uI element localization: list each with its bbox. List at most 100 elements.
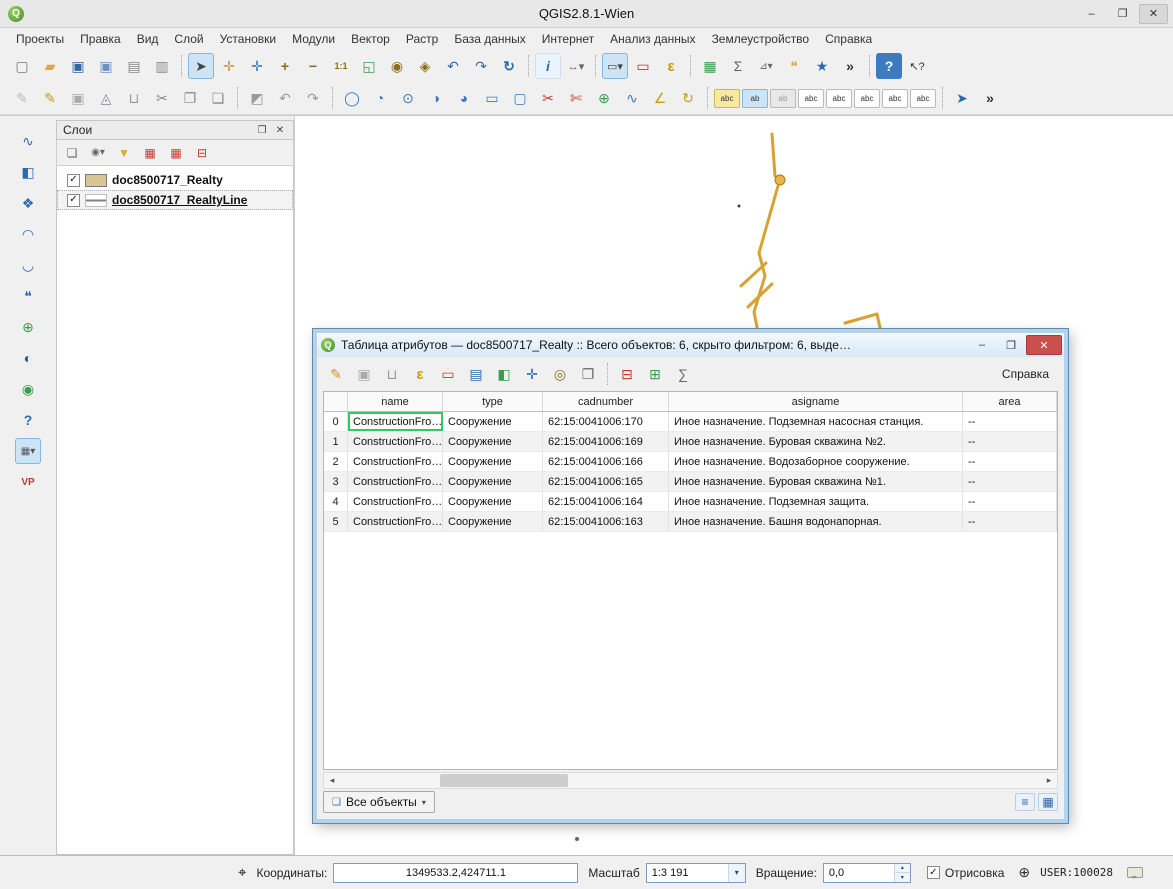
whats-this-icon[interactable]: ↖? [904,53,930,79]
rectangle-icon[interactable]: ▭ [479,85,505,111]
cell-area[interactable]: -- [963,472,1057,491]
layer-item-realty[interactable]: ✓ doc8500717_Realty [57,170,293,190]
remove-layer-icon[interactable]: ⊟ [191,142,213,164]
rotate-feature-icon[interactable]: ↻ [675,85,701,111]
horizontal-scrollbar[interactable]: ◂ ▸ [323,772,1058,789]
table-view-icon[interactable]: ▦ [1038,793,1058,811]
layer-checkbox[interactable]: ✓ [67,194,80,207]
add-curve-icon[interactable]: ◠ [15,221,41,247]
cell-asigname[interactable]: Иное назначение. Подземная насосная стан… [669,412,963,431]
table-row[interactable]: 4 ConstructionFro… Сооружение 62:15:0041… [324,492,1057,512]
statistics-icon[interactable]: Σ [725,53,751,79]
new-composer-icon[interactable]: ▤ [121,53,147,79]
menu-item[interactable]: Анализ данных [602,29,703,49]
label-move-icon[interactable]: abc [854,89,880,108]
row-number[interactable]: 5 [324,512,348,531]
paste-features-icon[interactable]: ❏ [205,85,231,111]
filter-legend-icon[interactable]: ▼ [113,142,135,164]
select-features-icon[interactable]: ▭▾ [602,53,628,79]
label-icon[interactable]: abc [714,89,740,108]
delete-features-icon[interactable]: ⊔ [379,361,405,387]
form-view-icon[interactable]: ≡ [1015,793,1035,811]
globe-check-icon[interactable]: ◉ [15,376,41,402]
menu-item[interactable]: Растр [398,29,446,49]
spin-down-icon[interactable]: ▾ [895,873,910,882]
panel-close-icon[interactable]: ✕ [271,122,289,138]
column-header[interactable]: type [443,392,543,411]
feature-filter-button[interactable]: ❏ Все объекты ▾ [323,791,435,813]
menu-item[interactable]: База данных [446,29,533,49]
cell-name[interactable]: ConstructionFro… [348,432,443,451]
touch-zoom-icon[interactable]: ➤ [188,53,214,79]
move-feature-icon[interactable]: ◧ [15,159,41,185]
globe-layer-icon[interactable]: ◐ [15,345,41,371]
zoom-next-icon[interactable]: ↷ [468,53,494,79]
plugin-tool-icon[interactable]: ➤ [949,85,975,111]
help-icon[interactable]: ? [876,53,902,79]
cell-cadnumber[interactable]: 62:15:0041006:165 [543,472,669,491]
column-header[interactable]: name [348,392,443,411]
zoom-to-selection-icon[interactable]: ◎ [547,361,573,387]
cell-area[interactable]: -- [963,412,1057,431]
add-annotation-icon[interactable]: ❝ [15,283,41,309]
pan-to-selection-icon[interactable]: ✛ [519,361,545,387]
attribute-table-icon[interactable]: ▦ [697,53,723,79]
dialog-minimize-button[interactable]: – [968,335,996,355]
globe-help-icon[interactable]: ? [15,407,41,433]
copy-features-icon[interactable]: ❐ [177,85,203,111]
close-button[interactable]: ✕ [1139,4,1168,24]
render-checkbox[interactable]: ✓ Отрисовка [927,866,1005,880]
new-column-icon[interactable]: ⊞ [642,361,668,387]
column-header[interactable]: area [963,392,1057,411]
cell-type[interactable]: Сооружение [443,452,543,471]
cell-cadnumber[interactable]: 62:15:0041006:164 [543,492,669,511]
label-hide-icon[interactable]: ab [770,89,796,108]
composer-manager-icon[interactable]: ▥ [149,53,175,79]
row-number[interactable]: 0 [324,412,348,431]
menu-item[interactable]: Вектор [343,29,398,49]
pan-map-icon[interactable]: ✛ [216,53,242,79]
layer-label[interactable]: doc8500717_RealtyLine [112,193,247,207]
menu-item[interactable]: Модули [284,29,343,49]
row-number[interactable]: 1 [324,432,348,451]
scale-combobox[interactable]: 1:3 191 ▾ [646,863,746,883]
ellipse-icon[interactable]: ◑ [423,85,449,111]
cell-cadnumber[interactable]: 62:15:0041006:169 [543,432,669,451]
vp-tool-icon[interactable]: VP [15,469,41,495]
add-polyline-icon[interactable]: ∿ [15,128,41,154]
cell-area[interactable]: -- [963,492,1057,511]
cell-name[interactable]: ConstructionFro… [348,412,443,431]
row-number[interactable]: 2 [324,452,348,471]
split-features-icon[interactable]: ✂ [535,85,561,111]
menu-item[interactable]: Землеустройство [704,29,818,49]
help-button[interactable]: Справка [992,363,1059,385]
add-group-icon[interactable]: ❏ [61,142,83,164]
panel-float-icon[interactable]: ❐ [253,122,271,138]
deselect-features-icon[interactable]: ▭ [630,53,656,79]
zoom-to-layer-icon[interactable]: ◈ [412,53,438,79]
delete-column-icon[interactable]: ⊟ [614,361,640,387]
current-edits-icon[interactable]: ✎ [9,85,35,111]
toggle-editing-icon[interactable]: ✎ [323,361,349,387]
move-selection-top-icon[interactable]: ▤ [463,361,489,387]
label-properties-icon[interactable]: abc [910,89,936,108]
cell-asigname[interactable]: Иное назначение. Буровая скважина №2. [669,432,963,451]
save-project-as-icon[interactable]: ▣ [93,53,119,79]
messages-icon[interactable] [1127,867,1143,878]
undo-icon[interactable]: ↶ [272,85,298,111]
ruler-icon[interactable]: ⊿▾ [753,53,779,79]
pan-to-selection-icon[interactable]: ✛ [244,53,270,79]
invert-selection-icon[interactable]: ◧ [491,361,517,387]
spin-up-icon[interactable]: ▴ [895,864,910,874]
chevron-down-icon[interactable]: ▾ [728,864,745,882]
menu-item[interactable]: Проекты [8,29,72,49]
cell-name[interactable]: ConstructionFro… [348,452,443,471]
minimize-button[interactable]: – [1077,4,1106,24]
menu-item[interactable]: Правка [72,29,129,49]
globe-icon[interactable]: ⊕ [1018,864,1030,881]
collapse-tree-icon[interactable]: ▦ [165,142,187,164]
select-by-expression-icon[interactable]: ε [658,53,684,79]
measure-icon[interactable]: ↔▾ [563,53,589,79]
cell-name[interactable]: ConstructionFro… [348,492,443,511]
cell-type[interactable]: Сооружение [443,432,543,451]
